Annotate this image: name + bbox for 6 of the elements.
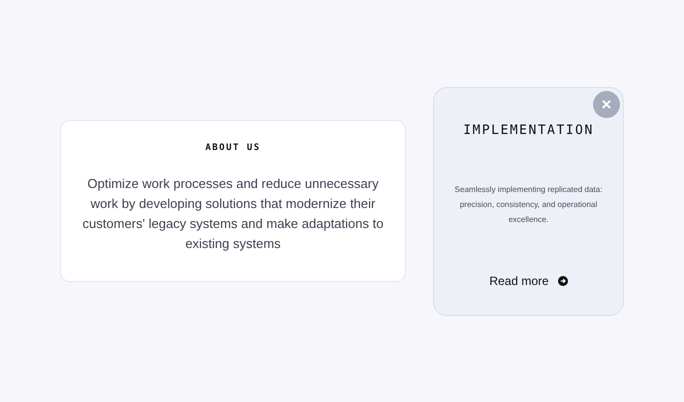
about-title: ABOUT US xyxy=(205,142,261,155)
feature-title: IMPLEMENTATION xyxy=(463,122,594,140)
feature-text: Seamlessly implementing replicated data: precision, consistency, and operational excellence. xyxy=(454,184,604,226)
arrow-right-icon xyxy=(558,276,568,286)
read-more-link[interactable]: Read more xyxy=(489,272,568,290)
about-text: Optimize work processes and reduce unnecessary work by developing solutions that modernize their customers' legacy systems and make adaptations to existing systems xyxy=(82,174,384,253)
